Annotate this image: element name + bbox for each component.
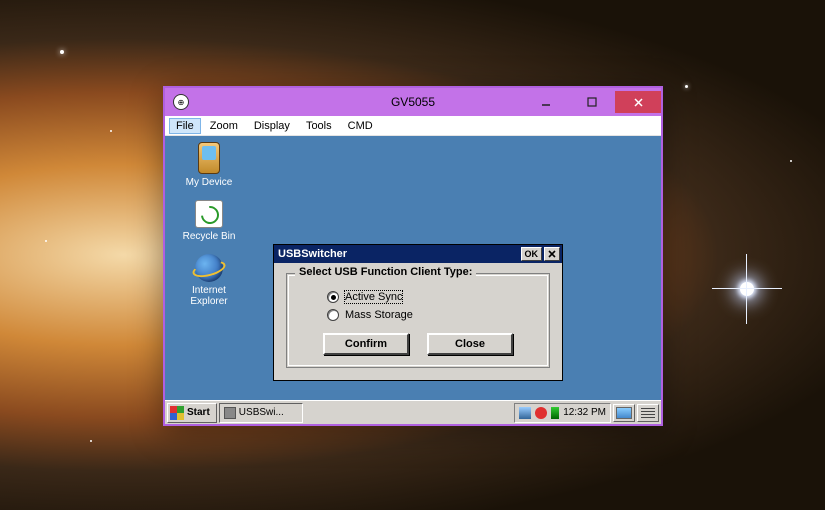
- group-legend: Select USB Function Client Type:: [295, 266, 476, 278]
- menu-cmd[interactable]: CMD: [341, 118, 380, 134]
- minimize-button[interactable]: [523, 91, 569, 113]
- tray-icon-battery[interactable]: [551, 407, 559, 419]
- recycle-bin-icon: [195, 200, 223, 228]
- host-titlebar[interactable]: ⊕ GV5055: [165, 88, 661, 116]
- dialog-ok-button[interactable]: OK: [521, 247, 543, 261]
- tray-icon-status[interactable]: [535, 407, 547, 419]
- radio-icon: [327, 309, 339, 321]
- wallpaper-star: [685, 85, 688, 88]
- wallpaper-star: [790, 160, 792, 162]
- windows-flag-icon: [170, 406, 184, 420]
- desktop-icon-recycle-bin[interactable]: Recycle Bin: [173, 200, 245, 242]
- start-label: Start: [187, 407, 210, 418]
- desktop-icon-internet-explorer[interactable]: Internet Explorer: [173, 254, 245, 307]
- desktop-icon-label: Internet Explorer: [173, 285, 245, 307]
- usb-function-group: Select USB Function Client Type: Active …: [286, 273, 550, 368]
- maximize-button[interactable]: [569, 91, 615, 113]
- menu-tools[interactable]: Tools: [299, 118, 339, 134]
- my-device-icon: [198, 142, 220, 174]
- wallpaper-star: [60, 50, 64, 54]
- desktop-icon-label: Recycle Bin: [173, 231, 245, 242]
- ce-taskbar: Start USBSwi... 12:32 PM: [165, 400, 661, 424]
- start-button[interactable]: Start: [167, 403, 217, 423]
- system-tray: 12:32 PM: [514, 403, 611, 423]
- dialog-title-text: USBSwitcher: [278, 248, 347, 260]
- host-title-text: GV5055: [391, 95, 435, 109]
- menu-display[interactable]: Display: [247, 118, 297, 134]
- wallpaper-star: [45, 240, 47, 242]
- radio-icon: [327, 291, 339, 303]
- tray-clock[interactable]: 12:32 PM: [563, 407, 606, 418]
- radio-label: Mass Storage: [345, 309, 413, 321]
- close-icon: [633, 97, 644, 108]
- radio-label: Active Sync: [345, 291, 402, 303]
- close-button[interactable]: [615, 91, 661, 113]
- tray-icon-connection[interactable]: [519, 407, 531, 419]
- show-desktop-button[interactable]: [613, 404, 635, 422]
- dialog-titlebar[interactable]: USBSwitcher OK: [274, 245, 562, 263]
- app-icon: ⊕: [173, 94, 189, 110]
- emulated-desktop[interactable]: My Device Recycle Bin Internet Explorer …: [165, 136, 661, 424]
- desktop-icon-my-device[interactable]: My Device: [173, 142, 245, 188]
- menu-zoom[interactable]: Zoom: [203, 118, 245, 134]
- dialog-x-button[interactable]: [544, 247, 560, 261]
- sip-keyboard-button[interactable]: [637, 404, 659, 422]
- close-icon: [548, 250, 556, 258]
- maximize-icon: [587, 97, 597, 107]
- desktop-icons: My Device Recycle Bin Internet Explorer: [173, 142, 245, 319]
- dialog-body: Select USB Function Client Type: Active …: [274, 263, 562, 380]
- wallpaper-star: [110, 130, 112, 132]
- task-icon: [224, 407, 236, 419]
- wallpaper-star: [90, 440, 92, 442]
- task-label: USBSwi...: [239, 407, 284, 418]
- confirm-button[interactable]: Confirm: [323, 333, 409, 355]
- host-window: ⊕ GV5055 File Zoom Display Tools CMD My …: [163, 86, 663, 426]
- menu-file[interactable]: File: [169, 118, 201, 134]
- wallpaper-star: [740, 282, 754, 296]
- minimize-icon: [541, 97, 551, 107]
- close-button-dialog[interactable]: Close: [427, 333, 513, 355]
- taskbar-task-usbswitcher[interactable]: USBSwi...: [219, 403, 303, 423]
- internet-explorer-icon: [195, 254, 223, 282]
- host-menubar: File Zoom Display Tools CMD: [165, 116, 661, 136]
- radio-mass-storage[interactable]: Mass Storage: [327, 309, 537, 321]
- usbswitcher-dialog: USBSwitcher OK Select USB Function Clien…: [273, 244, 563, 381]
- desktop-icon-label: My Device: [173, 177, 245, 188]
- radio-active-sync[interactable]: Active Sync: [327, 291, 537, 303]
